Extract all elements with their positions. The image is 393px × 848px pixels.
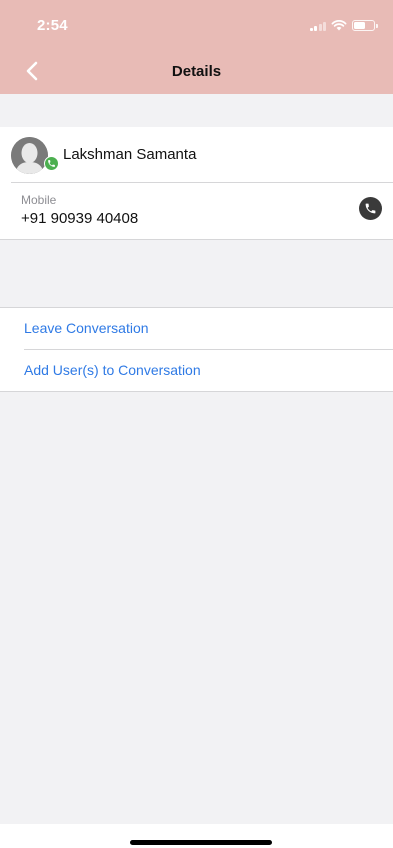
phone-type-label: Mobile xyxy=(21,193,57,207)
status-time: 2:54 xyxy=(37,17,68,34)
page-title: Details xyxy=(171,63,222,80)
section-spacer xyxy=(0,94,393,127)
call-button[interactable] xyxy=(359,197,382,220)
status-icons xyxy=(309,19,378,31)
home-indicator[interactable] xyxy=(130,840,272,845)
wifi-icon xyxy=(331,20,347,31)
signal-icon xyxy=(309,20,326,31)
section-spacer xyxy=(0,240,393,308)
battery-icon xyxy=(352,19,378,31)
whatsapp-badge-icon xyxy=(44,156,59,171)
nav-header: 2:54 Details xyxy=(0,0,393,94)
add-users-button[interactable]: Add User(s) to Conversation xyxy=(24,362,201,378)
person-avatar-icon xyxy=(11,137,48,174)
conversation-actions: Leave Conversation Add User(s) to Conver… xyxy=(0,308,393,391)
empty-area xyxy=(0,391,393,824)
phone-number[interactable]: +91 90939 40408 xyxy=(21,210,138,227)
divider xyxy=(24,349,393,350)
phone-icon xyxy=(365,203,376,214)
contact-card: Lakshman Samanta Mobile +91 90939 40408 xyxy=(0,127,393,240)
leave-conversation-button[interactable]: Leave Conversation xyxy=(24,320,149,336)
contact-name: Lakshman Samanta xyxy=(63,146,197,163)
divider xyxy=(11,182,393,183)
